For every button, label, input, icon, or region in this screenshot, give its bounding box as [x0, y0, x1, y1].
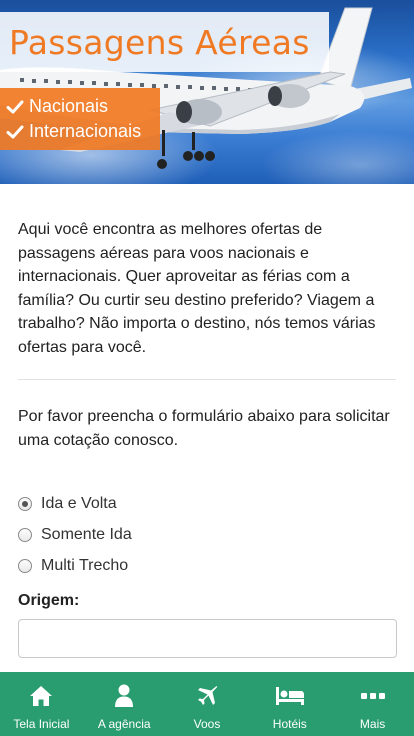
- check-icon: [6, 100, 24, 113]
- radio-label[interactable]: Ida e Volta: [41, 495, 117, 513]
- nav-hoteis[interactable]: Hotéis: [248, 672, 331, 736]
- badge-label: Nacionais: [29, 96, 109, 116]
- origin-label: Origem:: [18, 592, 80, 609]
- nav-voos[interactable]: Voos: [166, 672, 249, 736]
- origin-input[interactable]: [18, 619, 397, 658]
- radio-somente-ida[interactable]: Somente Ida: [18, 519, 132, 550]
- radio-multi-trecho[interactable]: Multi Trecho: [18, 550, 132, 581]
- radio-button[interactable]: [18, 527, 32, 542]
- home-icon[interactable]: [29, 684, 53, 708]
- divider: [18, 379, 396, 380]
- badge-internacionais: Internacionais: [6, 119, 160, 144]
- radio-label[interactable]: Somente Ida: [41, 526, 132, 544]
- hero-title-box: Passagens Aéreas: [0, 12, 329, 72]
- radio-ida-e-volta[interactable]: Ida e Volta: [18, 488, 132, 519]
- nav-label[interactable]: Hotéis: [273, 717, 307, 731]
- radio-button[interactable]: [18, 558, 32, 573]
- radio-button-checked[interactable]: [18, 496, 32, 511]
- more-icon[interactable]: [360, 684, 385, 708]
- nav-tela-inicial[interactable]: Tela Inicial: [0, 672, 83, 736]
- nav-a-agencia[interactable]: A agência: [83, 672, 166, 736]
- nav-mais[interactable]: Mais: [331, 672, 414, 736]
- badge-nacionais: Nacionais: [6, 94, 160, 119]
- radio-label[interactable]: Multi Trecho: [41, 557, 128, 575]
- nav-label[interactable]: A agência: [98, 717, 151, 731]
- nav-label[interactable]: Voos: [194, 717, 221, 731]
- badge-label: Internacionais: [29, 121, 142, 141]
- intro-section: Aqui você encontra as melhores ofertas d…: [18, 218, 398, 359]
- page-title: Passagens Aéreas: [9, 22, 310, 62]
- nav-label[interactable]: Mais: [360, 717, 385, 731]
- nav-label[interactable]: Tela Inicial: [13, 717, 69, 731]
- trip-type-group: Ida e Volta Somente Ida Multi Trecho: [18, 488, 132, 581]
- user-icon[interactable]: [114, 684, 134, 708]
- form-instructions: Por favor preencha o formulário abaixo p…: [18, 408, 390, 449]
- hero-badges: Nacionais Internacionais: [0, 88, 160, 150]
- intro-text: Aqui você encontra as melhores ofertas d…: [18, 221, 376, 356]
- check-icon: [6, 125, 24, 138]
- bottom-nav: Tela Inicial A agência Voos Hotéis Mais: [0, 672, 414, 736]
- hero-banner: Passagens Aéreas Nacionais Internacionai…: [0, 0, 414, 184]
- bed-icon[interactable]: [275, 684, 305, 708]
- plane-icon[interactable]: [195, 684, 219, 708]
